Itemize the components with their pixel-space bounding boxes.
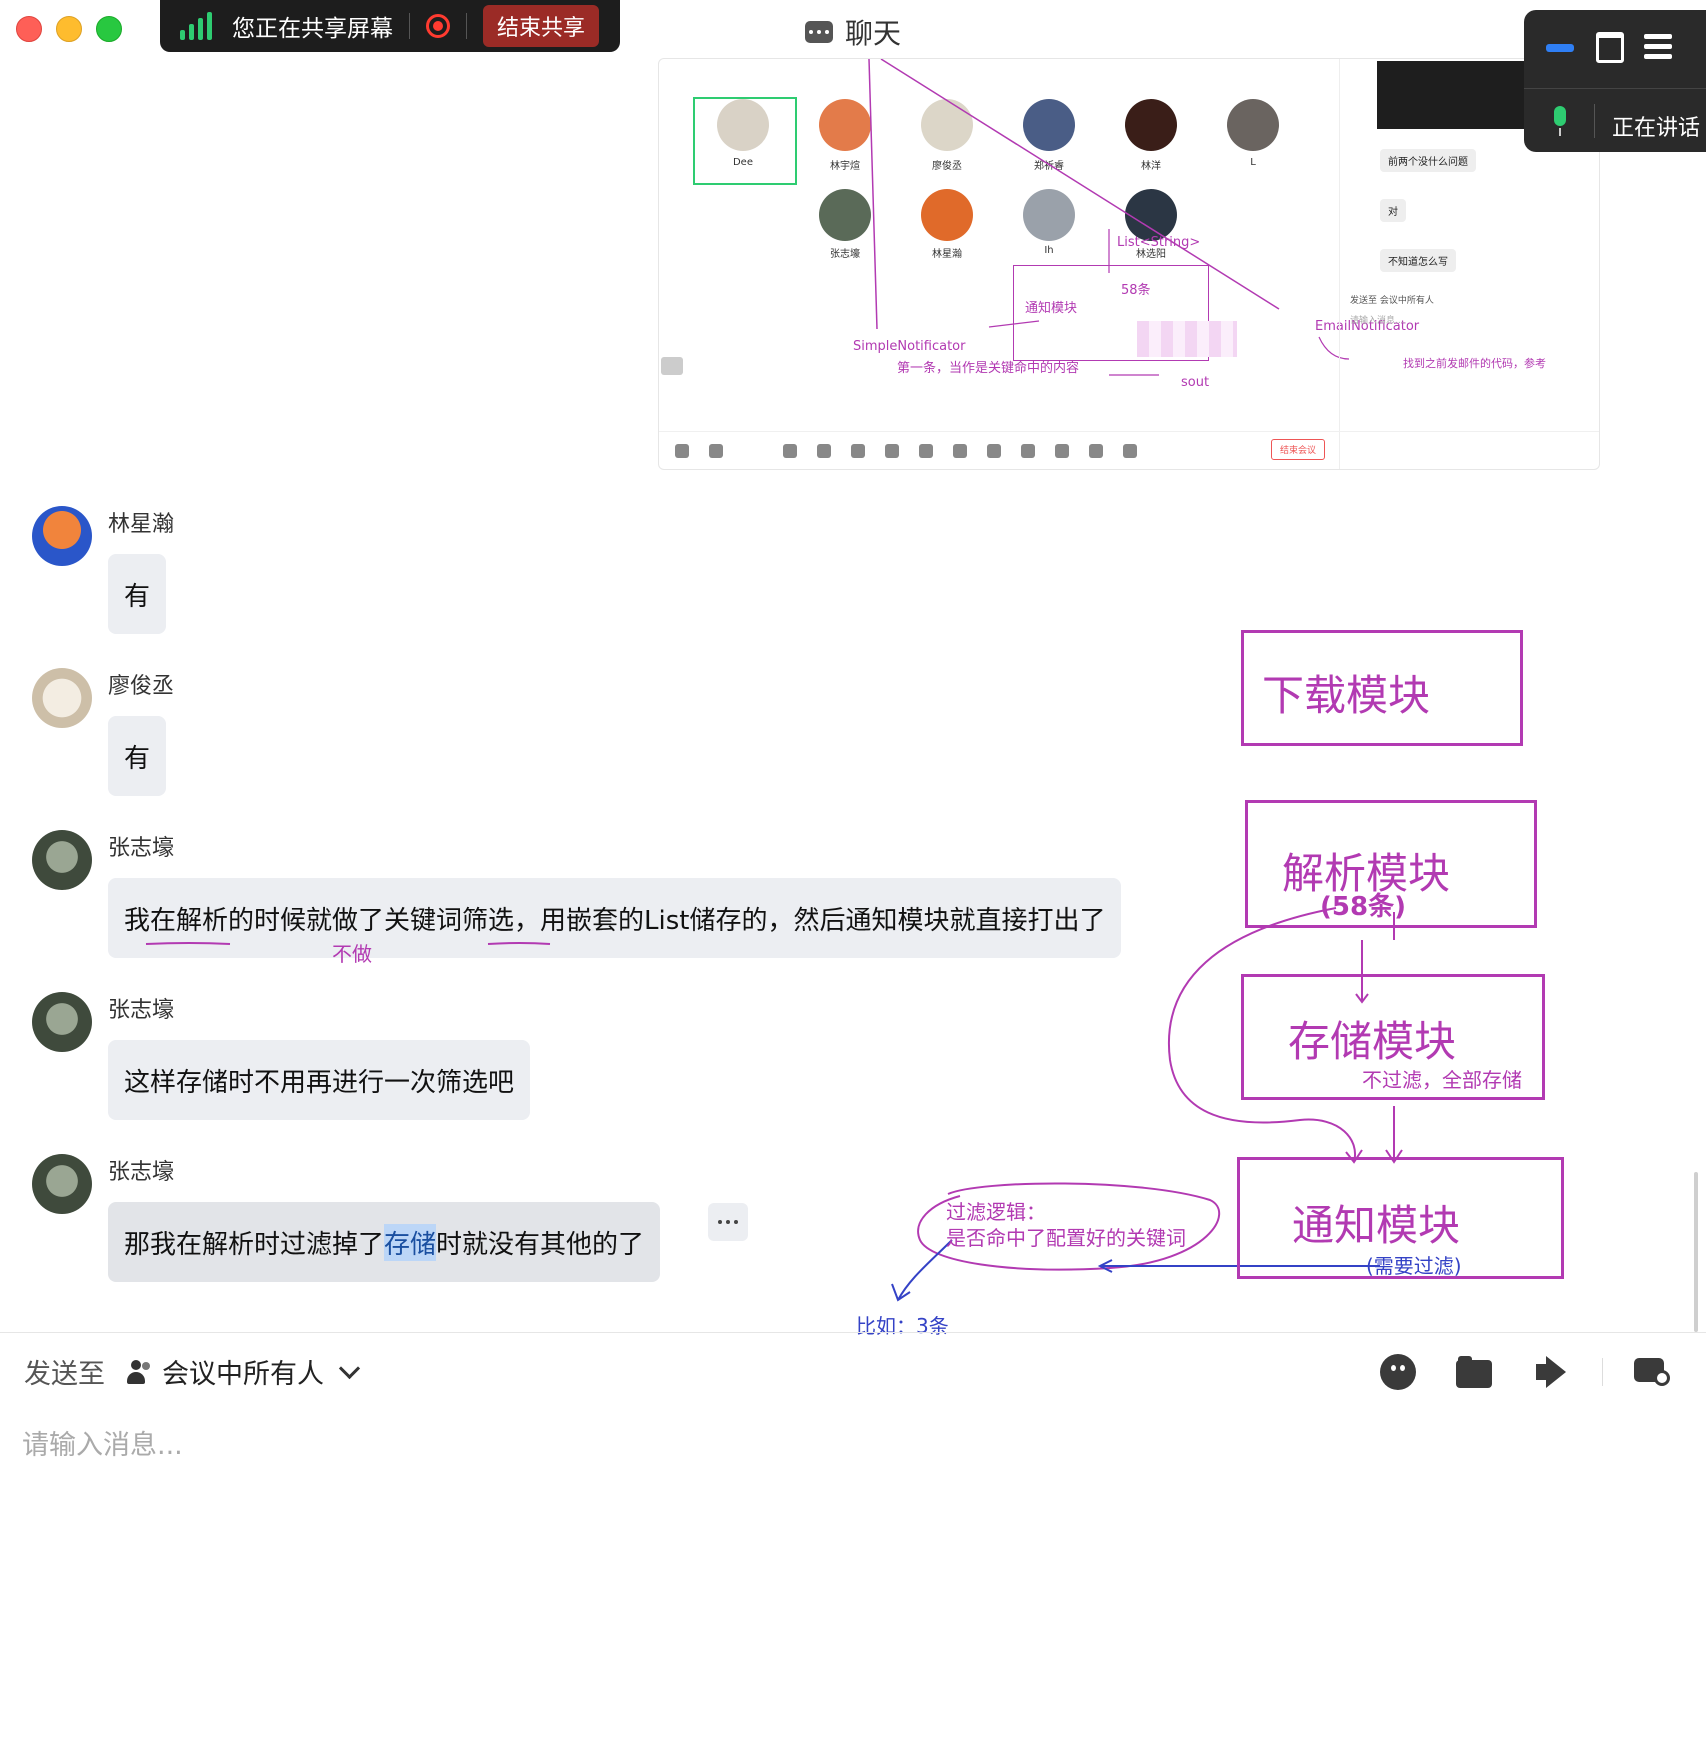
send-to-label: 发送至 bbox=[24, 1359, 105, 1390]
annotation-not-do: 不做 bbox=[332, 942, 372, 966]
file-folder-icon[interactable] bbox=[1456, 1354, 1492, 1390]
message-input[interactable] bbox=[20, 1414, 1684, 1476]
storage-module-label: 存储模块 bbox=[1288, 1017, 1457, 1066]
download-module-label: 下载模块 bbox=[1262, 671, 1431, 720]
recipient-label: 会议中所有人 bbox=[162, 1359, 324, 1390]
notify-module-label: 通知模块 bbox=[1292, 1201, 1461, 1250]
emoji-icon[interactable] bbox=[1380, 1354, 1416, 1390]
scrollbar[interactable] bbox=[1694, 1172, 1698, 1332]
example-label: 比如：3条 bbox=[856, 1314, 949, 1338]
storage-note-label: 不过滤，全部存储 bbox=[1362, 1068, 1522, 1092]
people-icon bbox=[126, 1359, 152, 1384]
chat-settings-icon[interactable] bbox=[1634, 1354, 1670, 1390]
notify-note-label: (需要过滤) bbox=[1366, 1254, 1462, 1278]
recipient-selector[interactable]: 会议中所有人 bbox=[126, 1352, 361, 1391]
filter-logic-title: 过滤逻辑： bbox=[946, 1200, 1046, 1224]
filter-logic-text: 是否命中了配置好的关键词 bbox=[946, 1226, 1186, 1250]
megaphone-icon[interactable] bbox=[1532, 1354, 1568, 1390]
parse-count-label: (58条) bbox=[1320, 892, 1406, 922]
chevron-down-icon bbox=[338, 1357, 361, 1380]
